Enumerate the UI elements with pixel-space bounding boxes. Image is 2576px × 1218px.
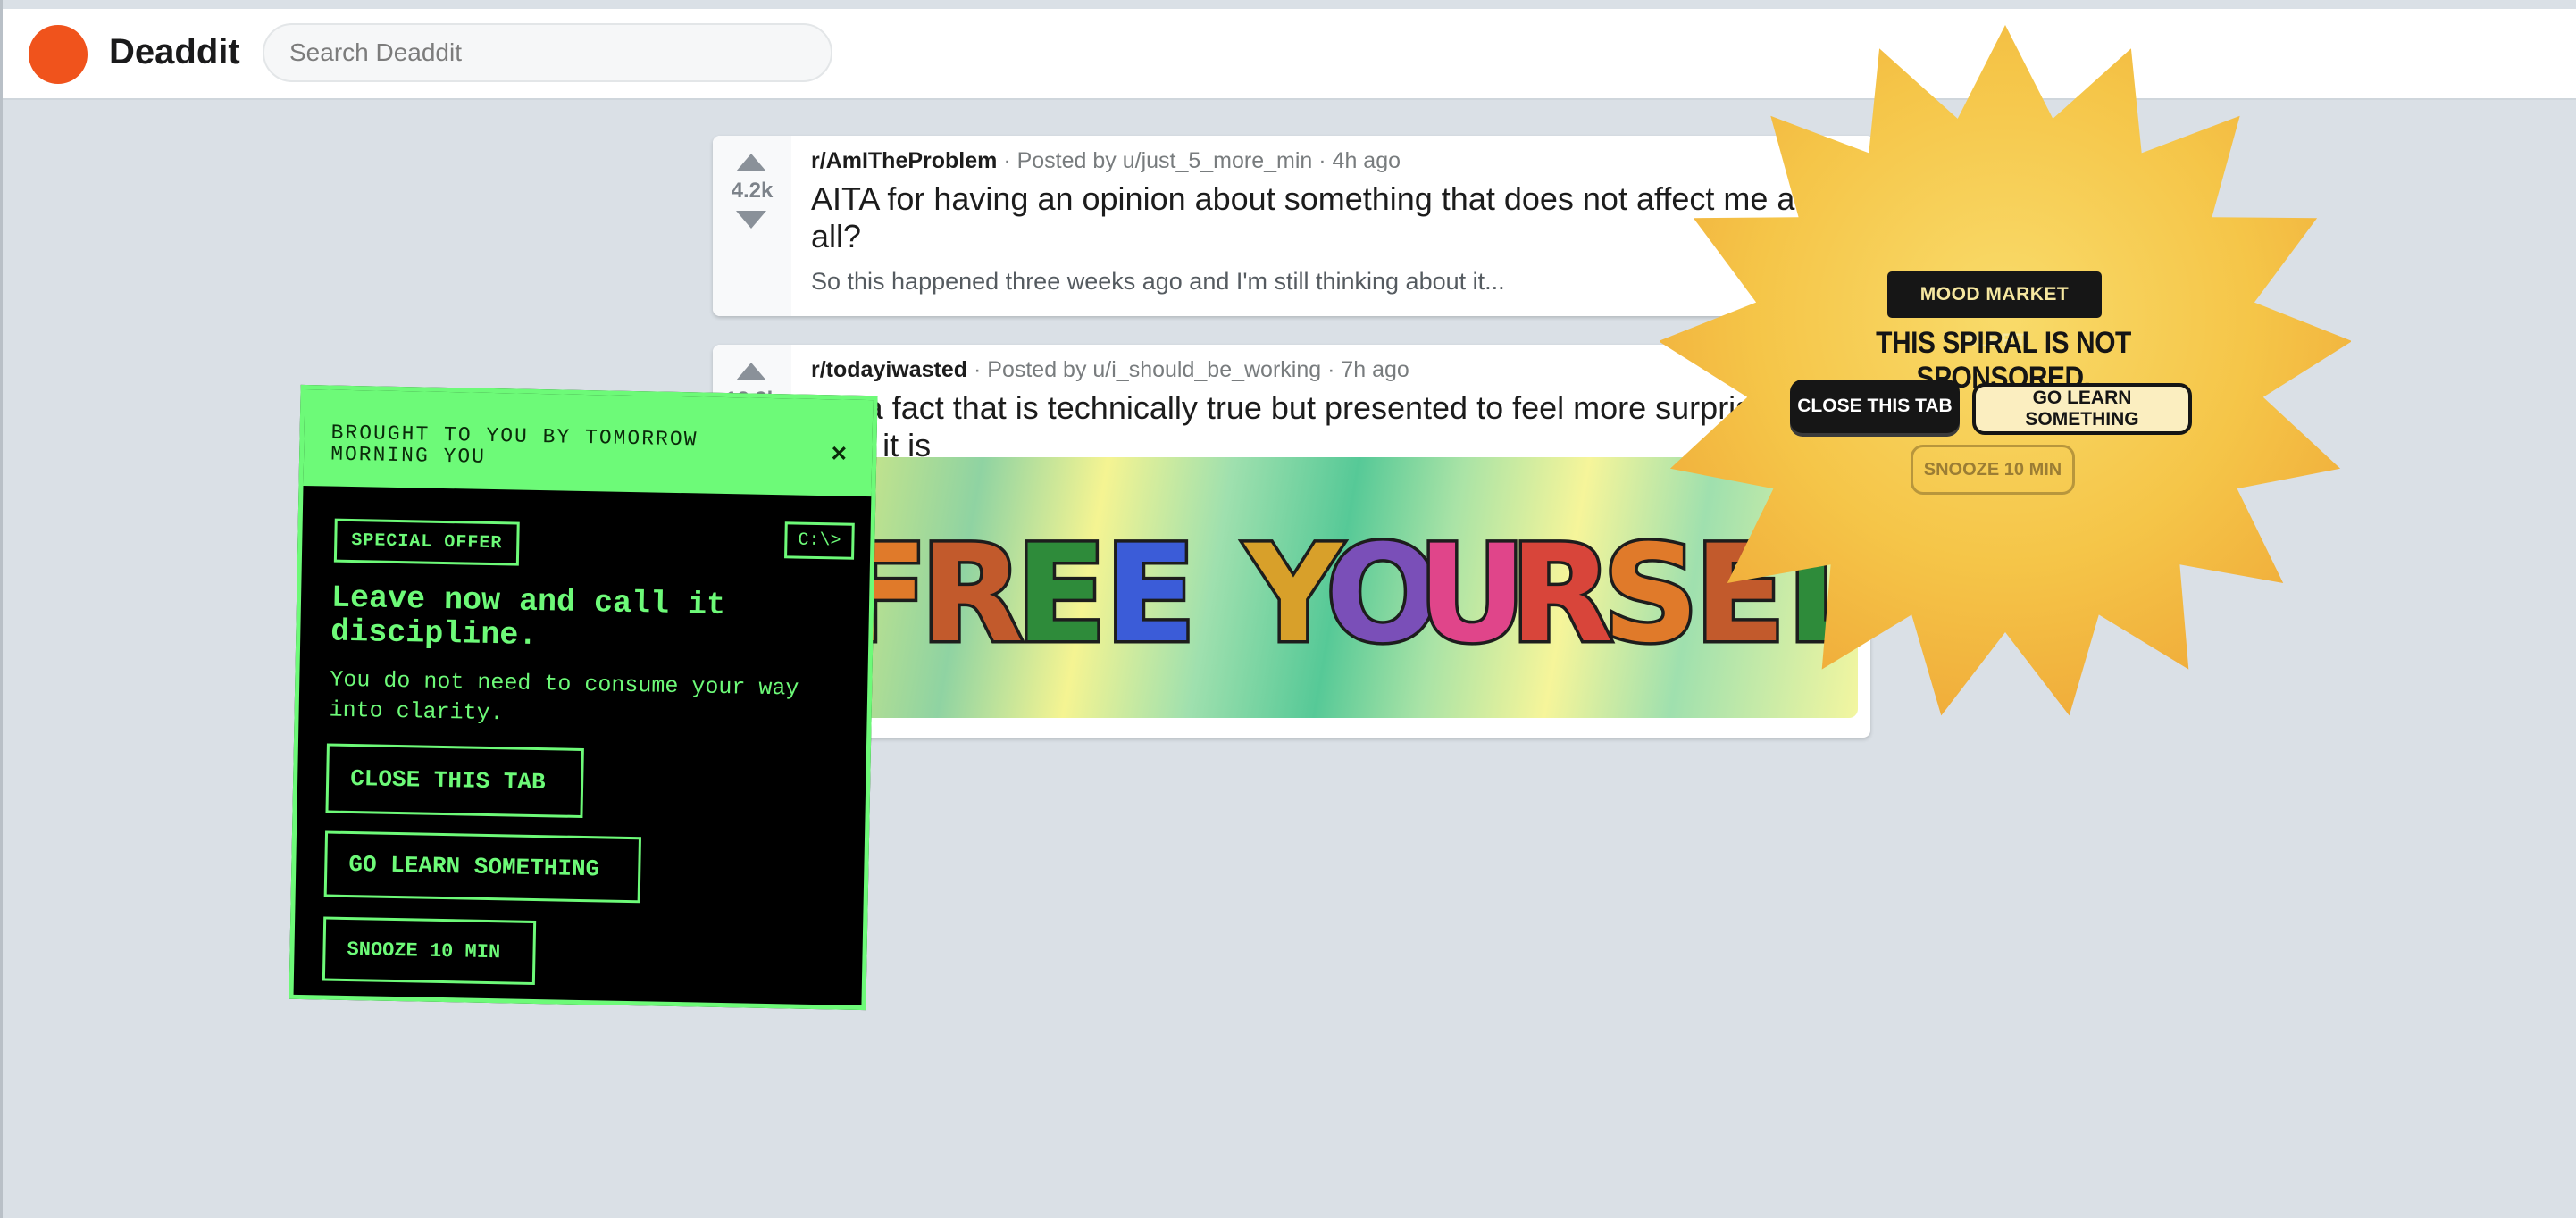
close-icon[interactable]: × [831, 440, 848, 471]
banner-letter: R [1510, 517, 1613, 672]
starburst-popup: MOOD MARKET ALERT THIS SPIRAL IS NOT SPO… [1660, 18, 2351, 729]
go-learn-button[interactable]: GO LEARN SOMETHING [1972, 383, 2192, 435]
post-byline: · Posted by u/just_5_more_min · 4h ago [997, 148, 1401, 173]
post-meta: r/todayiwasted · Posted by u/i_should_be… [811, 357, 1409, 383]
subreddit-link[interactable]: r/todayiwasted [811, 357, 967, 382]
window-left-edge [0, 0, 3, 1218]
site-logo-text[interactable]: Deaddit [109, 32, 240, 72]
terminal-popup-header: BROUGHT TO YOU BY TOMORROW MORNING YOU × [303, 388, 874, 497]
terminal-popup: BROUGHT TO YOU BY TOMORROW MORNING YOU ×… [289, 384, 878, 1011]
mood-alert-badge: MOOD MARKET ALERT [1887, 271, 2102, 351]
browser-top-strip [0, 0, 2576, 9]
banner-letter: E [1016, 517, 1107, 672]
terminal-headline: Leave now and call it discipline. [330, 580, 726, 654]
post-meta: r/AmITheProblem · Posted by u/just_5_mor… [811, 148, 1401, 174]
subreddit-link[interactable]: r/AmITheProblem [811, 148, 997, 173]
snooze-button[interactable]: SNOOZE 10 MIN [322, 916, 537, 986]
post-byline: · Posted by u/i_should_be_working · 7h a… [967, 357, 1409, 382]
upvote-icon[interactable] [736, 363, 766, 380]
upvote-icon[interactable] [736, 154, 766, 171]
banner-letter: R [920, 517, 1024, 672]
vote-column: 4.2k [713, 136, 791, 316]
close-tab-button[interactable]: CLOSE THIS TAB [325, 743, 584, 819]
logo-icon[interactable] [29, 25, 88, 84]
terminal-prompt-icon: C:\> [784, 521, 855, 560]
go-learn-button[interactable]: GO LEARN SOMETHING [323, 830, 642, 904]
snooze-button[interactable]: SNOOZE 10 MIN [1911, 445, 2075, 495]
special-offer-badge: SPECIAL OFFER [333, 518, 520, 566]
search-input[interactable] [263, 23, 832, 82]
downvote-icon[interactable] [736, 211, 766, 229]
post-score: 4.2k [731, 179, 774, 203]
post-body: So this happened three weeks ago and I'm… [811, 268, 1505, 295]
terminal-body: You do not need to consume your way into… [329, 666, 799, 727]
banner-letter: E [1105, 517, 1196, 672]
terminal-header-text: BROUGHT TO YOU BY TOMORROW MORNING YOU [330, 421, 698, 469]
close-tab-button[interactable]: CLOSE THIS TAB [1790, 380, 1960, 433]
